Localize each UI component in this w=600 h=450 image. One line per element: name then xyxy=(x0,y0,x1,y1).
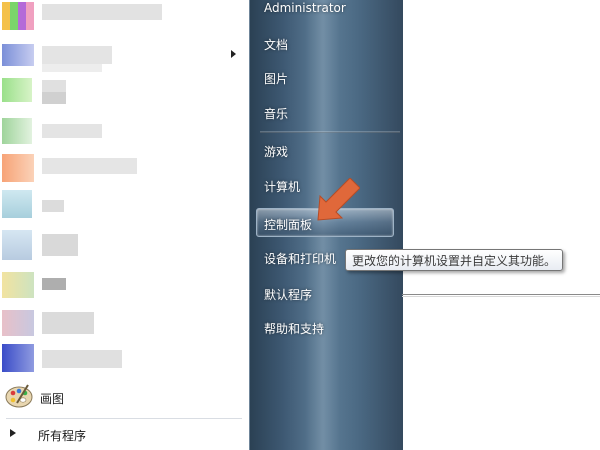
program-item[interactable] xyxy=(0,36,245,72)
program-item[interactable] xyxy=(0,186,245,222)
blurred-app-icon xyxy=(2,310,34,336)
place-pictures[interactable]: 图片 xyxy=(264,70,288,87)
tooltip: 更改您的计算机设置并自定义其功能。 xyxy=(345,249,564,271)
program-item[interactable] xyxy=(0,226,245,262)
place-music[interactable]: 音乐 xyxy=(264,105,288,122)
blurred-app-icon xyxy=(2,2,34,30)
user-account-link[interactable]: Administrator xyxy=(264,1,346,15)
expand-triangle-icon xyxy=(10,429,16,437)
pointer-arrow-icon xyxy=(317,178,360,221)
program-item[interactable] xyxy=(0,72,245,108)
place-computer[interactable]: 计算机 xyxy=(264,178,300,195)
blurred-app-icon xyxy=(2,118,32,144)
divider xyxy=(6,418,242,419)
all-programs-button[interactable]: 所有程序 xyxy=(0,422,245,446)
place-devices-printers[interactable]: 设备和打印机 xyxy=(264,250,336,267)
all-programs-label: 所有程序 xyxy=(38,429,87,443)
places-panel: Administrator 文档 图片 音乐 游戏 计算机 控制面板 设备和打印… xyxy=(249,0,403,450)
desktop-edge xyxy=(402,294,600,295)
program-item[interactable] xyxy=(0,266,245,302)
blurred-app-icon xyxy=(2,344,34,372)
place-control-panel[interactable]: 控制面板 xyxy=(264,216,312,233)
tooltip-text: 更改您的计算机设置并自定义其功能。 xyxy=(352,253,557,268)
submenu-arrow-icon xyxy=(231,50,236,58)
desktop-edge-shadow xyxy=(402,296,600,297)
place-default-programs[interactable]: 默认程序 xyxy=(264,286,312,303)
program-label: 画图 xyxy=(40,391,65,406)
program-item[interactable] xyxy=(0,112,245,148)
place-help-support[interactable]: 帮助和支持 xyxy=(264,320,324,337)
blurred-app-icon xyxy=(2,272,34,298)
place-games[interactable]: 游戏 xyxy=(264,143,288,160)
paint-palette-icon xyxy=(5,384,33,408)
program-item[interactable] xyxy=(0,304,245,340)
blurred-app-icon xyxy=(2,154,34,182)
program-item[interactable] xyxy=(0,150,245,186)
blurred-app-icon xyxy=(2,78,32,102)
program-item[interactable] xyxy=(0,0,245,36)
programs-panel: 画图 所有程序 xyxy=(0,0,249,450)
program-item[interactable] xyxy=(0,340,245,376)
blurred-app-icon xyxy=(2,190,32,218)
program-item-paint[interactable]: 画图 xyxy=(0,380,245,416)
blurred-app-icon xyxy=(2,44,34,66)
separator xyxy=(260,131,400,133)
place-documents[interactable]: 文档 xyxy=(264,36,288,53)
blurred-app-icon xyxy=(2,230,32,260)
